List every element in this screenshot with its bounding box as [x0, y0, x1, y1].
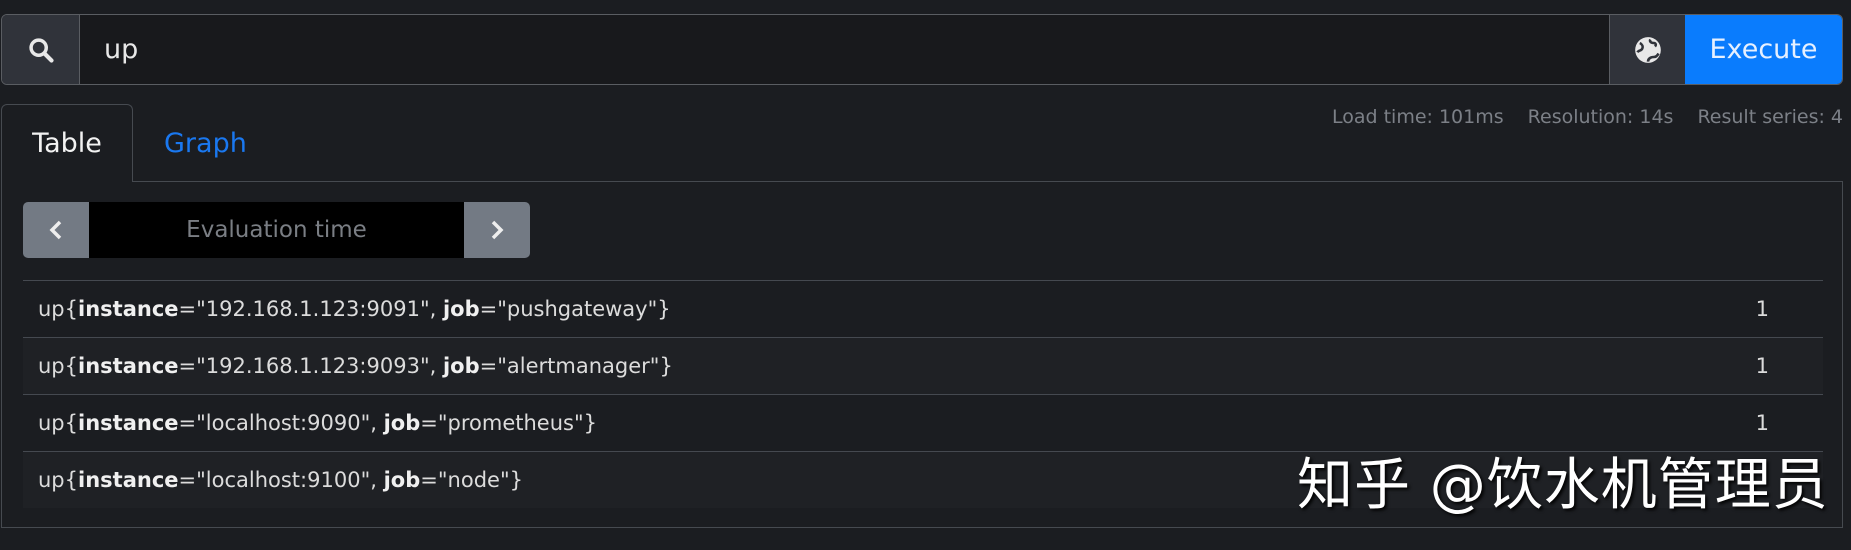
metrics-explorer-button[interactable]	[1609, 15, 1685, 84]
table-row: up{instance="192.168.1.123:9091", job="p…	[23, 280, 1823, 337]
evaluation-time-input[interactable]: Evaluation time	[89, 202, 464, 258]
query-stats: Load time: 101ms Resolution: 14s Result …	[1332, 106, 1843, 128]
search-icon	[2, 15, 80, 84]
query-input[interactable]: up	[80, 15, 1609, 84]
tab-table[interactable]: Table	[1, 104, 133, 182]
evaluation-time-group: Evaluation time	[23, 202, 530, 258]
result-series: Result series: 4	[1697, 106, 1843, 128]
table-row: up{instance="192.168.1.123:9093", job="a…	[23, 337, 1823, 394]
resolution: Resolution: 14s	[1527, 106, 1674, 128]
watermark: 知乎 @饮水机管理员	[1297, 453, 1829, 518]
series-label: up{instance="localhost:9090", job="prome…	[38, 411, 598, 435]
series-label: up{instance="localhost:9100", job="node"…	[38, 468, 523, 492]
series-label: up{instance="192.168.1.123:9091", job="p…	[38, 297, 671, 321]
search-bar: up Execute	[1, 14, 1843, 85]
chevron-left-icon	[49, 220, 62, 240]
series-value: 1	[1755, 297, 1769, 321]
next-time-button[interactable]	[464, 202, 530, 258]
globe-icon	[1634, 36, 1661, 63]
chevron-right-icon	[491, 220, 504, 240]
load-time: Load time: 101ms	[1331, 106, 1504, 128]
tab-graph[interactable]: Graph	[164, 104, 247, 182]
execute-button[interactable]: Execute	[1685, 15, 1842, 84]
series-value: 1	[1755, 354, 1769, 378]
series-value: 1	[1755, 411, 1769, 435]
series-label: up{instance="192.168.1.123:9093", job="a…	[38, 354, 673, 378]
prev-time-button[interactable]	[23, 202, 89, 258]
